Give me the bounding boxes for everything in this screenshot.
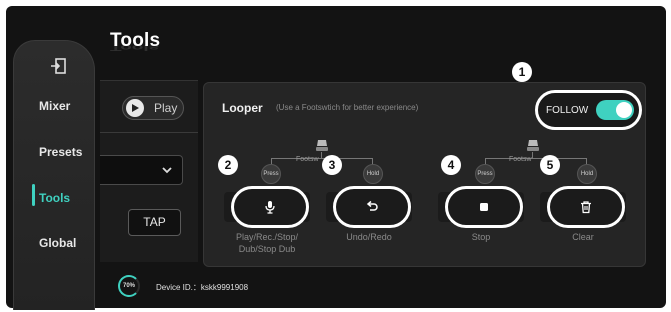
looper-title: Looper [222,101,263,115]
callout-badge: 1 [512,62,532,82]
callout-badge: 5 [540,155,560,175]
undo-icon [366,200,378,211]
hold-indicator: Hold [577,164,597,184]
hold-indicator: Hold [363,164,383,184]
callout-badge: 2 [218,155,238,175]
press-indicator: Press [261,164,281,184]
clear-button[interactable] [547,186,625,228]
follow-control: FOLLOW [535,90,642,130]
connector [485,158,587,166]
toggle-knob [616,102,632,118]
record-button[interactable] [231,186,309,228]
exit-icon[interactable] [50,57,68,75]
callout-badge: 4 [441,155,461,175]
battery-indicator: 70% [118,275,140,297]
follow-label: FOLLOW [546,104,589,116]
footswitch-label: Footsw [509,156,532,163]
select-dropdown[interactable] [100,155,183,185]
looper-subtitle: (Use a Footswtich for better experience) [276,103,419,112]
footswitch-icon [527,140,539,151]
undo-redo-label: Undo/Redo [346,232,392,242]
play-button[interactable]: Play [122,96,184,120]
sidebar-item-presets[interactable]: Presets [13,141,95,163]
page-title-reflection: Tools [110,42,160,52]
clear-label: Clear [572,232,594,242]
microphone-icon [265,201,275,214]
sidebar-item-global[interactable]: Global [13,232,95,254]
record-label: Play/Rec./Stop/ Dub/Stop Dub [235,232,299,254]
tap-button[interactable]: TAP [128,209,181,236]
stop-icon [480,203,488,211]
divider [100,132,198,133]
device-id: Device ID.：kskk9991908 [156,283,249,292]
play-label: Play [154,101,178,115]
sidebar [13,40,95,310]
follow-toggle[interactable] [596,100,634,120]
footswitch-label: Footsw [296,156,319,163]
sidebar-item-mixer[interactable]: Mixer [13,95,95,117]
trash-icon [581,201,591,214]
callout-badge: 3 [322,155,342,175]
press-indicator: Press [475,164,495,184]
footswitch-icon [316,140,328,151]
chevron-down-icon [162,167,172,174]
stop-button[interactable] [445,186,523,228]
sidebar-item-tools[interactable]: Tools [13,187,95,209]
play-icon [126,99,144,117]
stop-label: Stop [471,232,491,242]
undo-redo-button[interactable] [333,186,411,228]
